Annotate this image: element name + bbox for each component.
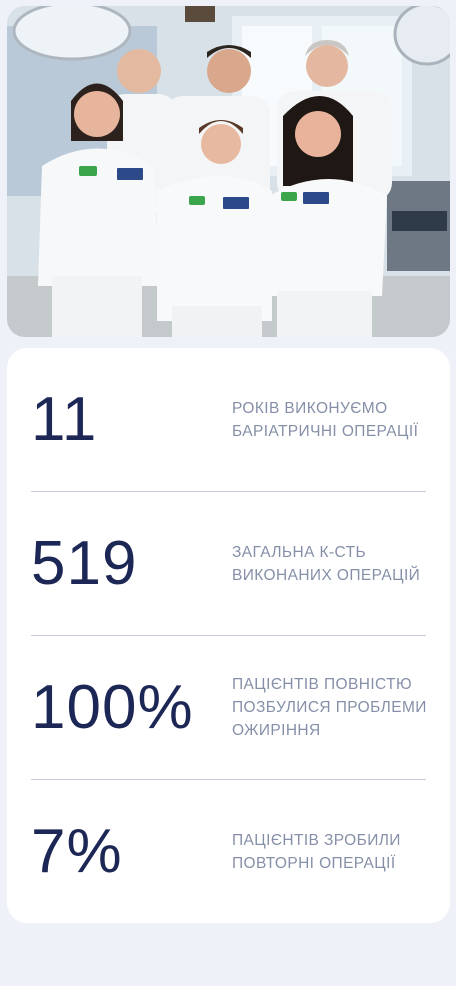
stat-obesity-resolved: 100% Пацієнтів повністю позбулися пробле…	[31, 636, 426, 779]
stat-label: Років виконуємо баріатричні операції	[232, 399, 419, 440]
team-photo	[7, 6, 450, 337]
stat-label: Пацієнтів повністю позбулися проблеми ож…	[232, 676, 427, 739]
stats-card: 11 Років виконуємо баріатричні операції …	[7, 348, 450, 923]
stat-label: Пацієнтів зробили повторні операції	[232, 831, 401, 872]
stat-years: 11 Років виконуємо баріатричні операції	[31, 348, 426, 491]
stat-value: 519	[31, 529, 138, 598]
stat-value: 100%	[31, 673, 194, 742]
stat-value: 11	[31, 385, 98, 454]
stat-value: 7%	[31, 817, 123, 886]
stat-repeat-operations: 7% Пацієнтів зробили повторні операції	[31, 780, 426, 923]
stat-operations-total: 519 Загальна к-сть виконаних операцій	[31, 492, 426, 635]
stat-label: Загальна к-сть виконаних операцій	[232, 543, 421, 584]
